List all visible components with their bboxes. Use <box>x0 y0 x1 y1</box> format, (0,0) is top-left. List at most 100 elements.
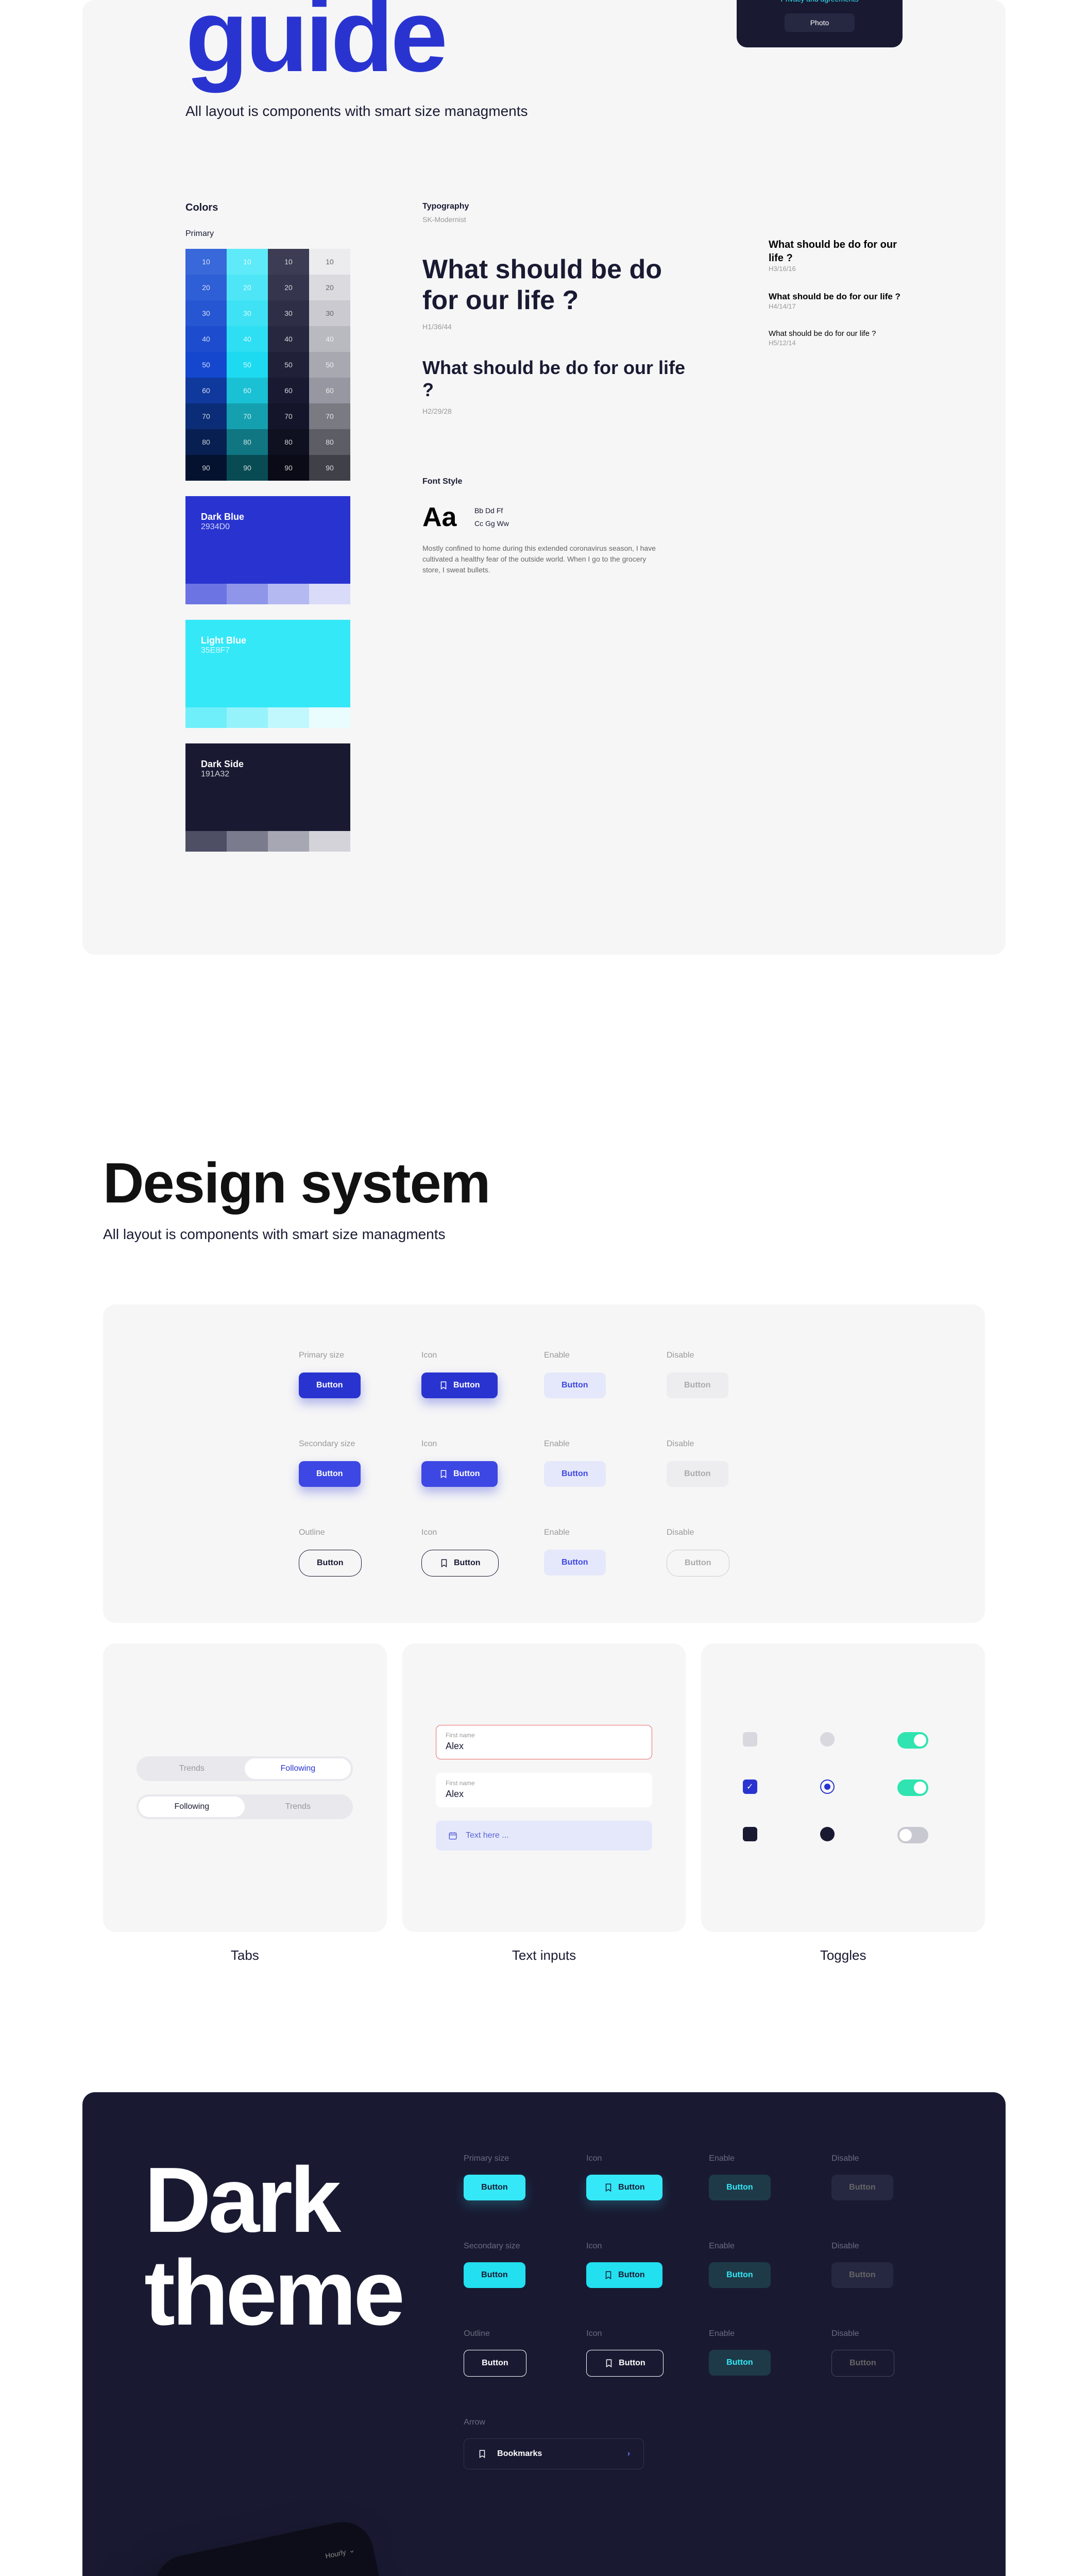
toggles-card: ✓ <box>701 1643 985 1932</box>
h2-meta: H2/29/28 <box>422 407 696 415</box>
button[interactable]: Button <box>831 2350 894 2377</box>
button-cell: EnableButton <box>709 2154 831 2200</box>
colors-column: Colors Primary 1010101020202020303030304… <box>185 202 350 852</box>
button-cell: OutlineButton <box>464 2329 586 2377</box>
color-swatch: 10 <box>309 249 350 275</box>
color-swatch: 80 <box>268 429 309 455</box>
chevron-down-icon: ⌄ <box>348 2545 355 2555</box>
button[interactable]: Button <box>421 1372 498 1398</box>
color-swatch: 50 <box>185 352 227 378</box>
button[interactable]: Button <box>299 1550 362 1577</box>
button-cell: IconButton <box>421 1351 544 1398</box>
guide-subtitle: All layout is components with smart size… <box>185 103 659 120</box>
button[interactable]: Button <box>421 1461 498 1487</box>
bookmark-icon <box>478 2449 487 2459</box>
color-swatch: 40 <box>309 326 350 352</box>
radio-off[interactable] <box>820 1732 835 1747</box>
button[interactable]: Button <box>667 1550 729 1577</box>
bookmark-icon <box>439 1558 449 1568</box>
ds-title: Design system <box>103 1150 985 1216</box>
color-card: Dark Blue2934D0 <box>185 496 350 604</box>
calendar-icon <box>448 1831 457 1840</box>
button[interactable]: Button <box>299 1461 361 1487</box>
style-guide-section: Privacy and agreements Photo guide All l… <box>0 0 1088 1150</box>
style-guide-card: Privacy and agreements Photo guide All l… <box>82 0 1006 955</box>
button[interactable]: Button <box>464 2175 525 2200</box>
button-cell: IconButton <box>421 1528 544 1577</box>
bookmark-icon <box>604 2270 613 2280</box>
toggles-label: Toggles <box>701 1947 985 1963</box>
seg2-opt1[interactable]: Following <box>139 1797 245 1817</box>
radio-dark[interactable] <box>820 1827 835 1841</box>
h2-sample: What should be do for our life ? <box>422 357 696 401</box>
color-swatch: 80 <box>309 429 350 455</box>
arrow-row: Arrow Bookmarks › <box>464 2418 954 2469</box>
button[interactable]: Button <box>709 2262 771 2288</box>
dark-title-block: Dark theme <box>144 2154 402 2469</box>
segment-2[interactable]: Following Trends <box>137 1794 353 1819</box>
toggle-off[interactable] <box>897 1827 928 1843</box>
bookmark-icon <box>439 1469 448 1479</box>
button[interactable]: Button <box>667 1461 728 1487</box>
bookmarks-button[interactable]: Bookmarks › <box>464 2438 644 2469</box>
button[interactable]: Button <box>464 2350 526 2377</box>
phone-preview-badge: Privacy and agreements Photo <box>737 0 903 47</box>
button[interactable]: Button <box>586 2175 662 2200</box>
toggle-on-1[interactable] <box>897 1732 928 1749</box>
color-swatch: 70 <box>309 403 350 429</box>
button-cell: DisableButton <box>831 2329 954 2377</box>
toggle-on-2[interactable] <box>897 1780 928 1796</box>
color-swatch: 10 <box>185 249 227 275</box>
button[interactable]: Button <box>299 1372 361 1398</box>
button[interactable]: Button <box>421 1550 499 1577</box>
segment-1[interactable]: Trends Following <box>137 1756 353 1781</box>
color-swatch: 40 <box>268 326 309 352</box>
seg1-opt2[interactable]: Following <box>245 1758 351 1779</box>
primary-label: Primary <box>185 229 350 239</box>
button[interactable]: Button <box>709 2175 771 2200</box>
photo-pill[interactable]: Photo <box>785 13 855 32</box>
color-swatch: 70 <box>185 403 227 429</box>
button[interactable]: Button <box>586 2262 662 2288</box>
tabs-label: Tabs <box>103 1947 387 1963</box>
color-card: Dark Side191A32 <box>185 743 350 852</box>
color-card: Light Blue35E8F7 <box>185 620 350 728</box>
text-input-error[interactable]: First name Alex <box>436 1725 652 1759</box>
seg1-opt1[interactable]: Trends <box>139 1758 245 1779</box>
color-swatch: 30 <box>227 300 268 326</box>
color-swatch: 90 <box>309 455 350 481</box>
button[interactable]: Button <box>709 2350 771 2376</box>
button-cell: EnableButton <box>544 1351 667 1398</box>
button-cell: DisableButton <box>667 1351 789 1398</box>
button[interactable]: Button <box>831 2262 893 2288</box>
color-swatch: 60 <box>185 378 227 403</box>
button-cell: OutlineButton <box>299 1528 421 1577</box>
text-input-action[interactable]: Text here ... <box>436 1821 652 1851</box>
button[interactable]: Button <box>667 1372 728 1398</box>
bookmark-icon <box>604 2359 614 2368</box>
button[interactable]: Button <box>464 2262 525 2288</box>
seg2-opt2[interactable]: Trends <box>245 1797 351 1817</box>
button[interactable]: Button <box>544 1550 606 1575</box>
color-swatch: 70 <box>268 403 309 429</box>
swatch-grid: 1010101020202020303030304040404050505050… <box>185 249 350 481</box>
color-swatch: 90 <box>185 455 227 481</box>
color-swatch: 20 <box>227 275 268 300</box>
small-typo-column: What should be do for our life ? H3/16/1… <box>769 202 903 852</box>
checkbox-dark[interactable] <box>743 1827 757 1841</box>
button-cell: EnableButton <box>709 2242 831 2288</box>
inputs-card: First name Alex First name Alex T <box>402 1643 686 1932</box>
checkbox-off[interactable] <box>743 1732 757 1747</box>
privacy-text: Privacy and agreements <box>768 0 872 3</box>
button[interactable]: Button <box>544 1372 606 1398</box>
button[interactable]: Button <box>831 2175 893 2200</box>
radio-on[interactable] <box>820 1780 835 1794</box>
button[interactable]: Button <box>544 1461 606 1487</box>
checkbox-on[interactable]: ✓ <box>743 1780 757 1794</box>
button[interactable]: Button <box>586 2350 664 2377</box>
typography-heading: Typography <box>422 202 696 211</box>
color-swatch: 20 <box>309 275 350 300</box>
letter-samples: Bb Dd Ff Cc Gg Ww <box>474 504 509 530</box>
h5-meta: H5/12/14 <box>769 339 903 347</box>
text-input-normal[interactable]: First name Alex <box>436 1773 652 1807</box>
